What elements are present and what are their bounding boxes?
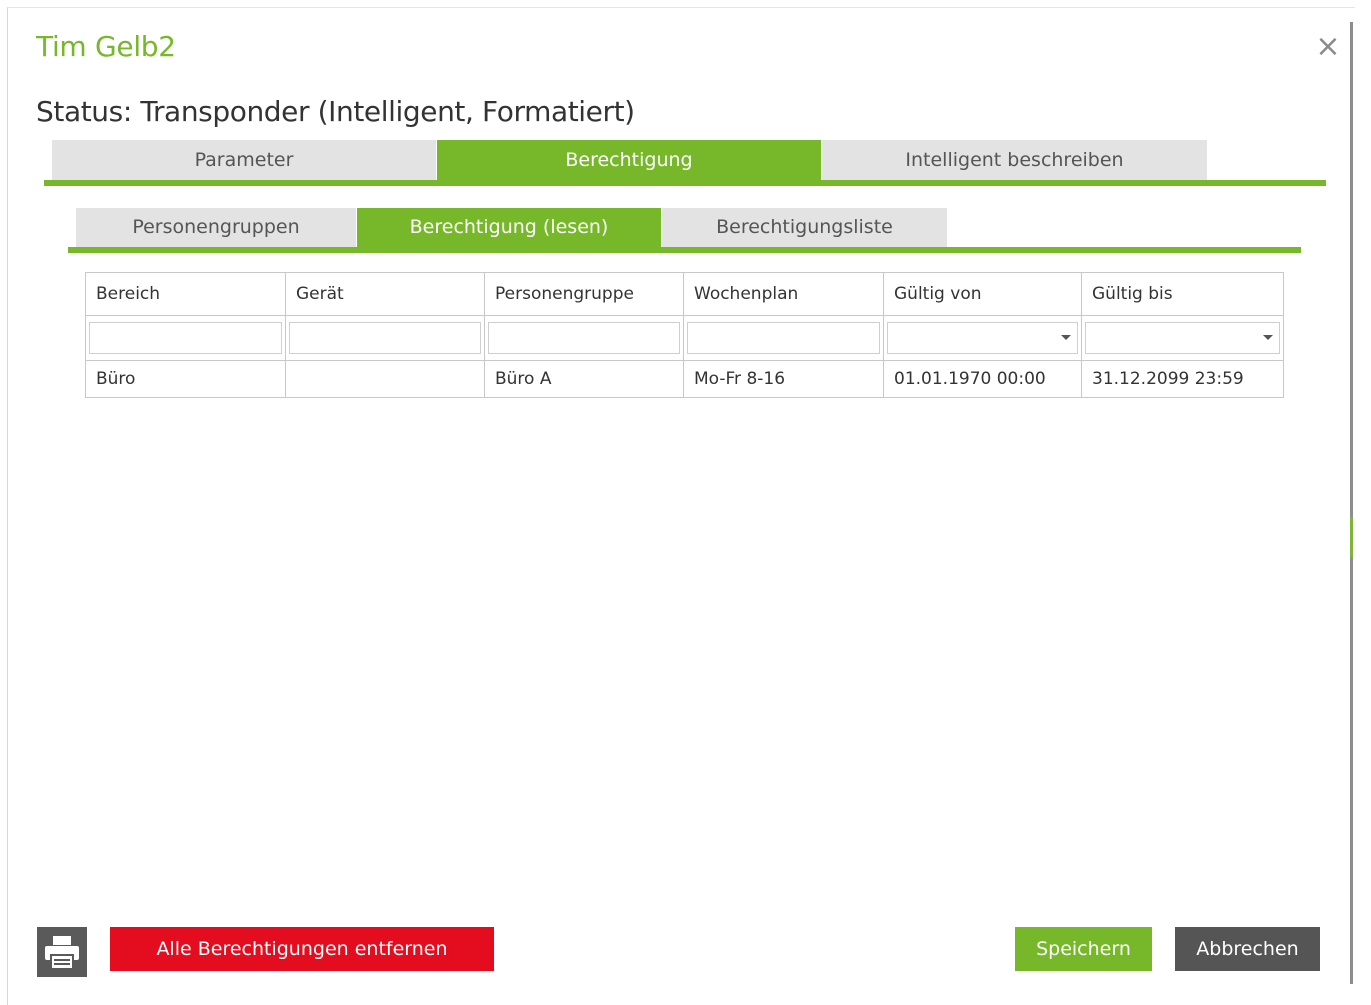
dropdown-arrow-icon[interactable] xyxy=(1263,335,1273,340)
scrollbar-thumb[interactable] xyxy=(1350,517,1353,557)
filter-gueltig-bis-dropdown[interactable] xyxy=(1085,322,1280,354)
status-text: Status: Transponder (Intelligent, Format… xyxy=(36,95,635,128)
printer-icon xyxy=(45,936,79,970)
column-header-wochenplan[interactable]: Wochenplan xyxy=(683,272,884,316)
tab-parameter[interactable]: Parameter xyxy=(52,140,436,180)
filter-geraet-input[interactable] xyxy=(290,323,480,351)
dialog-title: Tim Gelb2 xyxy=(36,30,176,63)
print-button[interactable] xyxy=(37,927,87,977)
sub-tab-bar: Personengruppen Berechtigung (lesen) Ber… xyxy=(68,208,1301,256)
remove-all-permissions-button[interactable]: Alle Berechtigungen entfernen xyxy=(110,927,494,971)
subtab-berechtigung-lesen[interactable]: Berechtigung (lesen) xyxy=(357,208,661,247)
filter-personengruppe-input[interactable] xyxy=(489,323,679,351)
grid-header-row: Bereich Gerät Personengruppe Wochenplan … xyxy=(85,272,1284,316)
filter-bereich-input[interactable] xyxy=(90,323,281,351)
cancel-button[interactable]: Abbrechen xyxy=(1175,927,1320,971)
column-header-geraet[interactable]: Gerät xyxy=(285,272,485,316)
grid-filter-row xyxy=(85,315,1284,361)
column-header-gueltig-von[interactable]: Gültig von xyxy=(883,272,1082,316)
dropdown-arrow-icon[interactable] xyxy=(1061,335,1071,340)
permissions-grid: Bereich Gerät Personengruppe Wochenplan … xyxy=(85,272,1284,398)
table-row[interactable]: Büro Büro A Mo-Fr 8-16 01.01.1970 00:00 … xyxy=(85,360,1284,398)
cell-geraet[interactable] xyxy=(285,360,485,398)
cell-bereich[interactable]: Büro xyxy=(85,360,286,398)
cell-wochenplan[interactable]: Mo-Fr 8-16 xyxy=(683,360,884,398)
main-tab-bar: Parameter Berechtigung Intelligent besch… xyxy=(44,140,1326,188)
sub-tab-underline xyxy=(68,247,1301,253)
close-icon[interactable]: × xyxy=(1314,32,1342,62)
subtab-personengruppen[interactable]: Personengruppen xyxy=(76,208,356,247)
main-tab-underline xyxy=(44,180,1326,186)
tab-intelligent-beschreiben[interactable]: Intelligent beschreiben xyxy=(822,140,1207,180)
subtab-berechtigungsliste[interactable]: Berechtigungsliste xyxy=(662,208,947,247)
filter-wochenplan-input[interactable] xyxy=(688,323,879,351)
column-header-gueltig-bis[interactable]: Gültig bis xyxy=(1081,272,1284,316)
cell-personengruppe[interactable]: Büro A xyxy=(484,360,684,398)
column-header-bereich[interactable]: Bereich xyxy=(85,272,286,316)
cell-gueltig-bis[interactable]: 31.12.2099 23:59 xyxy=(1081,360,1284,398)
column-header-personengruppe[interactable]: Personengruppe xyxy=(484,272,684,316)
save-button[interactable]: Speichern xyxy=(1015,927,1152,971)
filter-gueltig-von-dropdown[interactable] xyxy=(887,322,1078,354)
cell-gueltig-von[interactable]: 01.01.1970 00:00 xyxy=(883,360,1082,398)
tab-berechtigung[interactable]: Berechtigung xyxy=(437,140,821,180)
scrollbar[interactable] xyxy=(1350,22,1353,984)
